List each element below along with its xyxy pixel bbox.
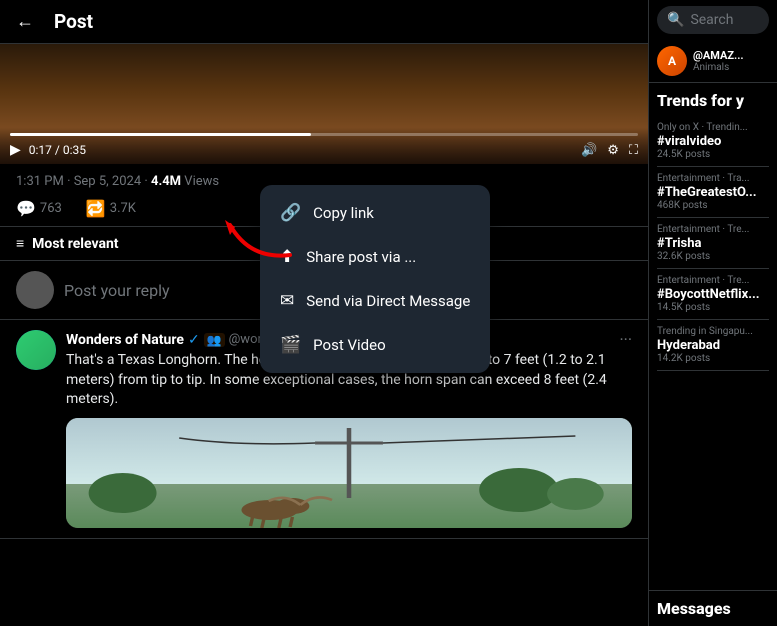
video-time: 0:17 / 0:35 (29, 143, 86, 157)
partner-badge: 👥 (204, 333, 225, 347)
search-bar[interactable]: 🔍 Search (657, 6, 769, 34)
trend-category-4: Trending in Singapu... (657, 326, 769, 337)
trend-tag-4: Hyderabad (657, 338, 769, 353)
profile-snippet[interactable]: A @AMAZ... Animals (649, 40, 777, 83)
video-player: ▶ 0:17 / 0:35 🔊 ⚙ ⛶ (0, 44, 648, 164)
post-video-label: Post Video (313, 336, 385, 354)
trend-tag-0: #viralvideo (657, 134, 769, 149)
trends-section: Trends for y Only on X · Trendin... #vir… (649, 83, 777, 590)
trend-count-2: 32.6K posts (657, 251, 769, 262)
right-panel: 🔍 Search A @AMAZ... Animals Trends for y… (648, 0, 777, 626)
trend-tag-1: #TheGreatestO... (657, 185, 769, 200)
trend-count-1: 468K posts (657, 200, 769, 211)
trend-count-4: 14.2K posts (657, 353, 769, 364)
trend-category-3: Entertainment · Tre... (657, 275, 769, 286)
messages-section[interactable]: Messages (649, 590, 777, 626)
copy-link-label: Copy link (313, 204, 374, 222)
post-actions: 💬 763 🔁 3.7K 🔗 Copy link ⬆ Share post vi… (0, 195, 648, 226)
current-user-avatar (16, 271, 54, 309)
trend-item-1[interactable]: Entertainment · Tra... #TheGreatestO... … (657, 167, 769, 218)
settings-button[interactable]: ⚙ (607, 143, 619, 158)
search-input[interactable]: Search (690, 12, 733, 28)
retweet-icon: 🔁 (86, 199, 106, 218)
trends-title: Trends for y (657, 91, 769, 110)
page-title: Post (54, 10, 93, 33)
trend-item-3[interactable]: Entertainment · Tre... #BoycottNetflix..… (657, 269, 769, 320)
video-controls-overlay: ▶ 0:17 / 0:35 🔊 ⚙ ⛶ (0, 127, 648, 164)
verified-icon: ✓ (188, 332, 200, 348)
comment-icon: 💬 (16, 199, 36, 218)
reply-author-name: Wonders of Nature (66, 332, 184, 348)
profile-sub: Animals (693, 62, 744, 73)
post-views: 4.4M (151, 174, 181, 189)
trend-category-2: Entertainment · Tre... (657, 224, 769, 235)
profile-avatar: A (657, 46, 687, 76)
retweet-count: 3.7K (110, 201, 136, 216)
red-arrow-annotation (210, 205, 310, 269)
trend-category-0: Only on X · Trendin... (657, 122, 769, 133)
profile-text: @AMAZ... Animals (693, 49, 744, 73)
trend-tag-3: #BoycottNetflix... (657, 287, 769, 302)
trend-count-0: 24.5K posts (657, 149, 769, 160)
trend-item-0[interactable]: Only on X · Trendin... #viralvideo 24.5K… (657, 116, 769, 167)
post-time: 1:31 PM · Sep 5, 2024 · (16, 174, 151, 189)
reply-input[interactable]: Post your reply (64, 281, 170, 300)
reply-media (66, 418, 632, 528)
profile-handle: @AMAZ... (693, 49, 744, 62)
direct-message-item[interactable]: ✉ Send via Direct Message (260, 279, 490, 323)
back-button[interactable]: ← (16, 11, 34, 32)
comment-count: 763 (40, 201, 62, 216)
messages-title: Messages (657, 599, 769, 618)
video-controls-row: ▶ 0:17 / 0:35 🔊 ⚙ ⛶ (10, 142, 638, 158)
trend-item-4[interactable]: Trending in Singapu... Hyderabad 14.2K p… (657, 320, 769, 371)
trend-count-3: 14.5K posts (657, 302, 769, 313)
post-views-label: Views (181, 174, 219, 189)
filter-label: Most relevant (32, 236, 118, 252)
post-video-item[interactable]: 🎬 Post Video (260, 323, 490, 367)
post-video-icon: 🎬 (280, 335, 301, 355)
filter-icon: ≡ (16, 235, 24, 252)
video-left-controls: ▶ 0:17 / 0:35 (10, 142, 86, 158)
more-options-button[interactable]: ··· (619, 330, 632, 349)
direct-message-label: Send via Direct Message (306, 292, 470, 310)
comment-action[interactable]: 💬 763 (16, 199, 62, 218)
search-icon: 🔍 (667, 12, 684, 28)
video-right-controls: 🔊 ⚙ ⛶ (581, 143, 638, 158)
left-panel: ← Post ▶ 0:17 / 0:35 🔊 ⚙ ⛶ 1:31 PM · S (0, 0, 648, 626)
play-button[interactable]: ▶ (10, 142, 21, 158)
trend-item-2[interactable]: Entertainment · Tre... #Trisha 32.6K pos… (657, 218, 769, 269)
fullscreen-button[interactable]: ⛶ (629, 143, 638, 158)
trend-category-1: Entertainment · Tra... (657, 173, 769, 184)
reply-author-avatar (16, 330, 56, 370)
retweet-action[interactable]: 🔁 3.7K (86, 199, 136, 218)
share-post-label: Share post via ... (306, 248, 416, 266)
trend-tag-2: #Trisha (657, 236, 769, 251)
post-header: ← Post (0, 0, 648, 44)
progress-bar[interactable] (10, 133, 638, 136)
direct-message-icon: ✉ (280, 291, 294, 311)
progress-fill (10, 133, 311, 136)
mute-button[interactable]: 🔊 (581, 143, 597, 158)
